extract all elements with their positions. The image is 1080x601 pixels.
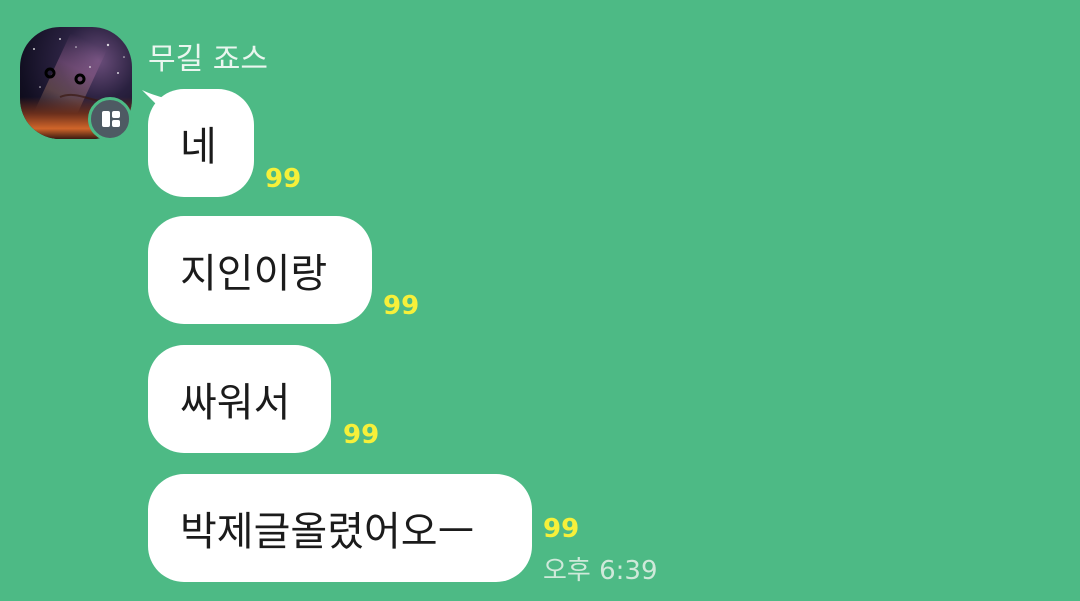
unread-count: 99 bbox=[343, 420, 380, 450]
unread-count: 99 bbox=[383, 291, 420, 321]
message-text: 싸워서 bbox=[180, 380, 291, 426]
sender-name[interactable]: 무길 죠스 bbox=[148, 34, 268, 78]
message-text: 지인이랑 bbox=[180, 251, 328, 297]
plus-friend-icon bbox=[88, 97, 132, 141]
message-bubble[interactable]: 싸워서 bbox=[148, 345, 331, 453]
message-bubble[interactable]: 박제글올렸어오ㅡ bbox=[148, 474, 532, 582]
message-bubble[interactable]: 네 bbox=[148, 89, 254, 197]
unread-count: 99 bbox=[265, 164, 302, 194]
message-text: 박제글올렸어오ㅡ bbox=[180, 509, 475, 555]
unread-count: 99 bbox=[543, 514, 580, 544]
message-bubble[interactable]: 지인이랑 bbox=[148, 216, 372, 324]
message-timestamp: 오후 6:39 bbox=[543, 556, 658, 586]
chat-room-background: 무길 죠스 네 99 지인이랑 99 싸워서 99 박제글올렸어오ㅡ 99 오후… bbox=[0, 0, 1080, 601]
message-text: 네 bbox=[180, 124, 217, 170]
